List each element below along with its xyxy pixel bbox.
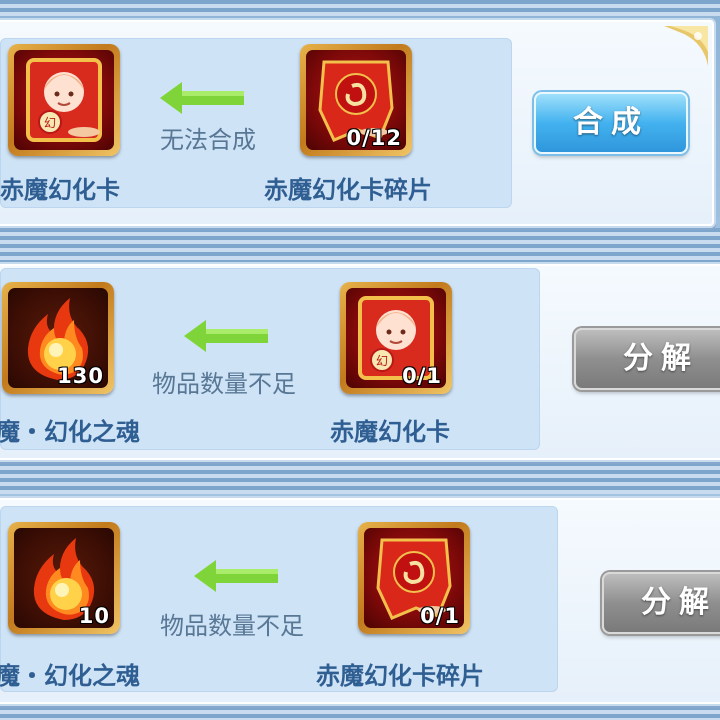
decompose-button[interactable]: 分解 bbox=[602, 572, 720, 634]
status-text: 无法合成 bbox=[160, 126, 256, 154]
synthesize-button[interactable]: 合成 bbox=[534, 92, 688, 154]
separator-band bbox=[0, 0, 720, 16]
item-count: 0/12 bbox=[346, 126, 402, 150]
card-icon: 幻 bbox=[26, 58, 102, 142]
left-item-slot[interactable]: 130 bbox=[2, 282, 114, 394]
right-item-slot[interactable]: 0/12 bbox=[300, 44, 412, 156]
right-item-name: 赤魔幻化卡 bbox=[330, 418, 450, 446]
status-text: 物品数量不足 bbox=[160, 612, 304, 640]
arrow-left-icon bbox=[160, 82, 244, 114]
item-count: 10 bbox=[78, 604, 110, 628]
corner-ornament-icon bbox=[664, 26, 708, 66]
left-item-name: 魔・幻化之魂 bbox=[0, 662, 140, 690]
arrow-left-icon bbox=[184, 320, 268, 352]
right-item-name: 赤魔幻化卡碎片 bbox=[316, 662, 484, 690]
right-item-slot[interactable]: 0/1 bbox=[358, 522, 470, 634]
svg-text:幻: 幻 bbox=[376, 354, 388, 368]
item-count: 0/1 bbox=[420, 604, 460, 628]
decompose-button[interactable]: 分解 bbox=[574, 328, 720, 390]
left-item-name: 赤魔幻化卡 bbox=[0, 176, 120, 204]
left-item-name: 魔・幻化之魂 bbox=[0, 418, 140, 446]
right-item-slot[interactable]: 幻 0/1 bbox=[340, 282, 452, 394]
left-item-slot[interactable]: 10 bbox=[8, 522, 120, 634]
svg-text:幻: 幻 bbox=[44, 116, 56, 130]
status-text: 物品数量不足 bbox=[152, 370, 296, 398]
item-count: 130 bbox=[57, 364, 104, 388]
separator-band bbox=[0, 462, 720, 494]
left-item-slot[interactable]: 幻 bbox=[8, 44, 120, 156]
separator-band bbox=[0, 228, 720, 262]
separator-band bbox=[0, 706, 720, 720]
arrow-left-icon bbox=[194, 560, 278, 592]
item-count: 0/1 bbox=[402, 364, 442, 388]
right-item-name: 赤魔幻化卡碎片 bbox=[264, 176, 432, 204]
